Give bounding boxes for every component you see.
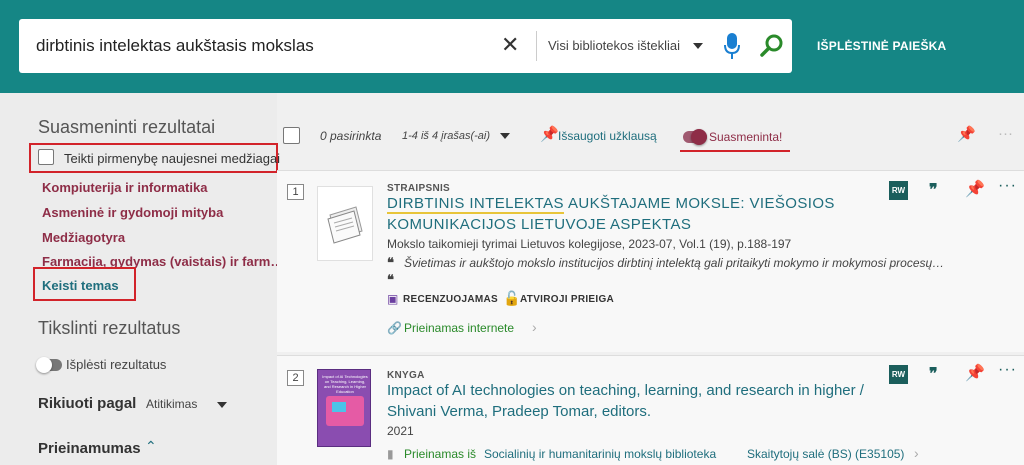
quote-icon: ❝ [387, 272, 394, 287]
search-input[interactable]: dirbtinis intelektas aukštasis mokslas [36, 36, 314, 56]
prefer-newer-checkbox[interactable] [38, 149, 54, 165]
change-topics-link[interactable]: Keisti temas [42, 278, 119, 293]
chevron-right-icon[interactable]: › [532, 319, 537, 335]
pin-icon: 📌 [540, 126, 559, 143]
pin-icon[interactable]: 📌 [965, 179, 985, 199]
chevron-down-icon[interactable] [693, 43, 703, 49]
chevron-up-icon[interactable]: ⌃ [145, 438, 157, 455]
pin-icon[interactable]: 📌 [957, 125, 976, 143]
top-search-bar: dirbtinis intelektas aukštasis mokslas ✕… [0, 0, 1024, 93]
chevron-down-icon[interactable] [217, 402, 227, 408]
advanced-search-link[interactable]: IŠPLĖSTINĖ PAIEŠKA [817, 39, 946, 53]
more-options-icon[interactable]: ··· [998, 177, 1017, 195]
availability-prefix: Prieinamas iš [404, 447, 477, 461]
sort-label: Rikiuoti pagal [38, 395, 137, 412]
selected-count: 0 pasirinkta [320, 129, 382, 143]
availability-facet-label[interactable]: Prieinamumas [38, 440, 141, 457]
result-title-line2[interactable]: Shivani Verma, Pradeep Tomar, editors. [387, 401, 651, 422]
expand-results-label: Išplėsti rezultatus [66, 357, 167, 372]
rw-badge[interactable]: RW [889, 365, 908, 384]
title-highlight: DIRBTINIS INTELEKTAS [387, 195, 564, 214]
result-year: 2021 [387, 424, 414, 438]
highlight-underline [680, 150, 790, 152]
availability-room[interactable]: Skaitytojų salė (BS) (E35105) [747, 447, 904, 461]
availability-location[interactable]: Socialinių ir humanitarinių mokslų bibli… [484, 447, 716, 461]
citation-icon[interactable]: ❞ [929, 180, 938, 200]
pin-icon[interactable]: 📌 [965, 363, 985, 383]
result-title-line1[interactable]: AUKŠTAJAME MOKSLE: VIEŠOSIOS [568, 193, 835, 214]
cover-illustration [332, 402, 346, 412]
peer-reviewed-icon: ▣ [387, 292, 399, 306]
microphone-icon[interactable] [724, 31, 740, 61]
personalized-label[interactable]: Suasmeninta! [709, 130, 782, 144]
availability-link[interactable]: Prieinamas internete [404, 321, 514, 335]
result-title-line1[interactable]: Impact of AI technologies on teaching, l… [387, 380, 864, 401]
sidebar-topic[interactable]: Asmeninė ir gydomoji mityba [42, 205, 223, 220]
search-box[interactable]: dirbtinis intelektas aukštasis mokslas ✕… [19, 19, 792, 73]
sidebar-topic[interactable]: Medžiagotyra [42, 230, 125, 245]
result-source: Mokslo taikomieji tyrimai Lietuvos koleg… [387, 237, 792, 251]
chevron-down-icon[interactable] [500, 133, 510, 139]
result-number: 2 [287, 370, 304, 386]
link-icon: 🔗 [387, 321, 402, 335]
citation-icon[interactable]: ❞ [929, 364, 938, 384]
sidebar-topic[interactable]: Kompiuterija ir informatika [42, 180, 207, 195]
book-cover-image[interactable]: Impact of AI Technologies on Teaching, L… [317, 369, 371, 447]
document-thumbnail-icon[interactable] [317, 186, 373, 261]
peer-reviewed-badge: RECENZUOJAMAS [403, 294, 499, 305]
refine-heading: Tikslinti rezultatus [38, 318, 181, 338]
clear-icon[interactable]: ✕ [501, 32, 519, 58]
search-icon[interactable] [759, 33, 785, 59]
divider [536, 31, 537, 61]
result-card[interactable]: 1 STRAIPSNIS DIRBTINIS INTELEKTAS AUKŠTA… [277, 170, 1024, 352]
quote-icon: ❝ [387, 255, 394, 270]
select-all-checkbox[interactable] [283, 127, 300, 144]
rw-badge[interactable]: RW [889, 181, 908, 200]
results-range[interactable]: 1-4 iš 4 įrašas(-ai) [402, 130, 490, 142]
save-query-button[interactable]: Išsaugoti užklausą [558, 129, 657, 143]
result-number: 1 [287, 184, 304, 200]
chevron-right-icon[interactable]: › [914, 445, 919, 461]
result-snippet: Švietimas ir aukštojo mokslo institucijo… [404, 256, 945, 270]
cover-title: Impact of AI Technologies on Teaching, L… [322, 374, 368, 394]
result-title[interactable]: DIRBTINIS INTELEKTAS [387, 193, 564, 214]
result-card[interactable]: 2 Impact of AI Technologies on Teaching,… [277, 355, 1024, 465]
open-access-badge: ATVIROJI PRIEIGA [520, 294, 615, 305]
personalized-heading: Suasmeninti rezultatai [38, 117, 216, 137]
prefer-newer-label[interactable]: Teikti pirmenybę naujesnei medžiagai [64, 151, 280, 166]
personalized-toggle[interactable] [683, 129, 707, 145]
more-options-icon[interactable]: ··· [998, 361, 1017, 379]
expand-results-toggle[interactable] [36, 357, 62, 373]
more-options-icon[interactable]: ··· [998, 125, 1013, 142]
open-access-icon: 🔓 [503, 290, 521, 306]
book-icon: ▮ [387, 447, 394, 461]
sidebar: Suasmeninti rezultatai Teikti pirmenybę … [0, 93, 283, 465]
sort-select[interactable]: Atitikimas [146, 397, 197, 411]
scope-select[interactable]: Visi bibliotekos ištekliai [548, 38, 680, 53]
result-title-line2[interactable]: KOMUNIKACIJOS LIETUVOJE ASPEKTAS [387, 214, 691, 235]
